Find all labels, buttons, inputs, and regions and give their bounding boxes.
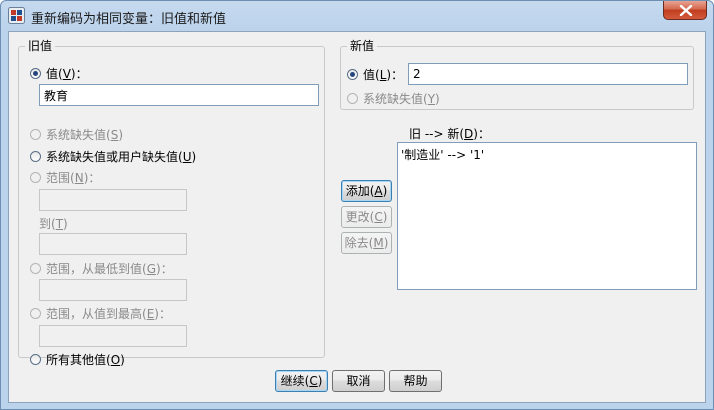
radio-icon xyxy=(347,92,358,104)
radio-icon xyxy=(30,171,41,183)
radio-checked-icon xyxy=(347,68,358,80)
close-icon xyxy=(679,5,693,16)
new-value-radio[interactable]: 值(L)： xyxy=(347,66,403,82)
list-item[interactable]: '制造业' --> '1' xyxy=(401,147,693,163)
old-value-radio-label: 值(V)： xyxy=(46,66,88,81)
add-button[interactable]: 添加(A) xyxy=(341,180,392,202)
old-system-or-user-missing-label: 系统缺失值或用户缺失值(U) xyxy=(46,149,197,164)
old-value-input[interactable] xyxy=(39,84,319,106)
new-value-group-title: 新值 xyxy=(347,39,378,53)
old-value-group: 旧值 值(V)： 系统缺失值(S) 系统缺失值或用户缺失值(U) 范围(N)： … xyxy=(18,39,325,367)
mapping-list[interactable]: '制造业' --> '1' xyxy=(397,142,697,290)
old-all-other-radio[interactable]: 所有其他值(O) xyxy=(30,351,125,367)
old-system-missing-radio[interactable]: 系统缺失值(S) xyxy=(30,126,123,142)
old-range-label: 范围(N)： xyxy=(46,170,101,185)
close-button[interactable] xyxy=(663,1,707,20)
old-range-highest-label: 范围，从值到最高(E)： xyxy=(46,306,171,321)
radio-icon xyxy=(30,262,41,274)
new-value-input[interactable] xyxy=(408,63,688,85)
change-button[interactable]: 更改(C) xyxy=(341,206,392,228)
old-range-radio[interactable]: 范围(N)： xyxy=(30,169,100,185)
remove-button[interactable]: 除去(M) xyxy=(341,232,392,254)
mapping-list-label: 旧 --> 新(D)： xyxy=(409,127,490,141)
new-value-group: 新值 值(L)： 系统缺失值(Y) xyxy=(340,39,694,110)
range-highest-input[interactable] xyxy=(39,325,187,347)
new-value-radio-label: 值(L)： xyxy=(363,67,404,82)
new-system-missing-radio[interactable]: 系统缺失值(Y) xyxy=(347,90,440,106)
old-system-or-user-missing-radio[interactable]: 系统缺失值或用户缺失值(U) xyxy=(30,148,196,164)
title-bar[interactable]: 重新编码为相同变量：旧值和新值 xyxy=(1,1,713,31)
radio-icon xyxy=(30,353,41,365)
old-all-other-label: 所有其他值(O) xyxy=(46,352,125,367)
window-title: 重新编码为相同变量：旧值和新值 xyxy=(31,12,227,27)
radio-icon xyxy=(30,128,41,140)
range-to-input[interactable] xyxy=(39,233,187,255)
range-from-input[interactable] xyxy=(39,189,187,211)
spss-app-icon xyxy=(8,7,25,24)
old-range-highest-radio[interactable]: 范围，从值到最高(E)： xyxy=(30,305,171,321)
dialog-body: 旧值 值(V)： 系统缺失值(S) 系统缺失值或用户缺失值(U) 范围(N)： … xyxy=(8,31,706,403)
continue-button[interactable]: 继续(C) xyxy=(275,370,328,392)
radio-icon xyxy=(30,150,41,162)
radio-icon xyxy=(30,307,41,319)
range-to-label: 到(T) xyxy=(39,217,68,231)
radio-checked-icon xyxy=(30,67,41,79)
help-button[interactable]: 帮助 xyxy=(389,370,442,392)
old-system-missing-label: 系统缺失值(S) xyxy=(46,127,124,142)
old-value-group-title: 旧值 xyxy=(25,39,56,53)
new-system-missing-label: 系统缺失值(Y) xyxy=(363,91,440,106)
old-value-radio[interactable]: 值(V)： xyxy=(30,65,88,81)
old-range-lowest-label: 范围，从最低到值(G)： xyxy=(46,261,173,276)
old-range-lowest-radio[interactable]: 范围，从最低到值(G)： xyxy=(30,260,173,276)
range-lowest-input[interactable] xyxy=(39,279,187,301)
dialog-window: 重新编码为相同变量：旧值和新值 旧值 值(V)： 系统缺失值(S) 系统缺失值或… xyxy=(0,0,714,410)
cancel-button[interactable]: 取消 xyxy=(332,370,385,392)
